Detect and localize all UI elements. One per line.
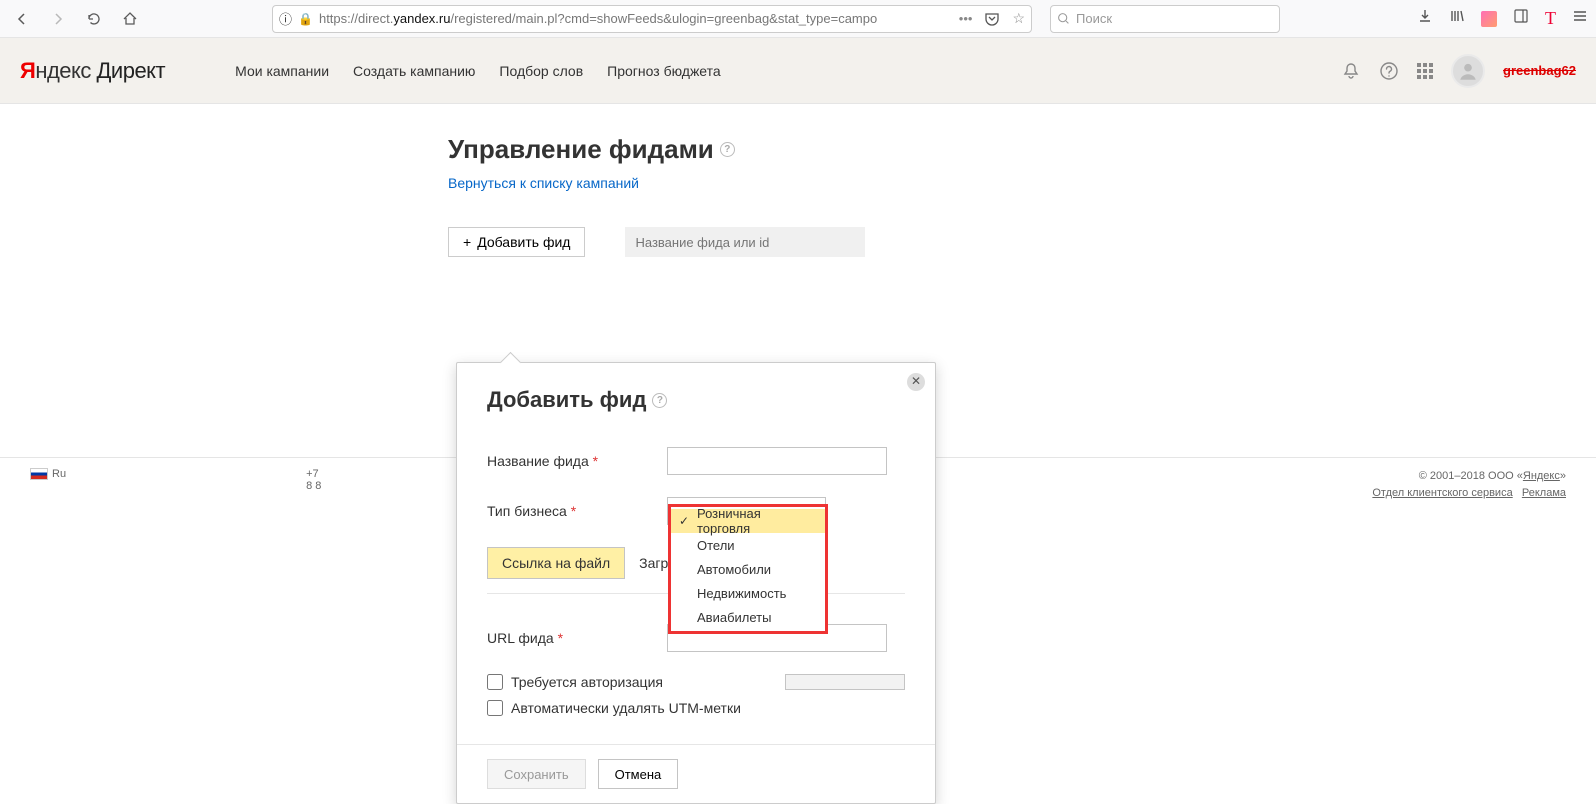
site-header: Яндекс Директ Мои кампании Создать кампа… [0,38,1596,104]
footer-phones: +7 8 8 [306,468,321,501]
dropdown-option-retail[interactable]: Розничная торговля [671,509,825,533]
lock-icon: 🔒 [298,12,313,26]
info-icon: ⓘ [279,9,292,28]
checkbox-auth[interactable] [487,674,503,690]
dropdown-option-flights[interactable]: Авиабилеты [671,605,825,629]
footer-ads-link[interactable]: Реклама [1522,487,1566,499]
feed-toolbar: + Добавить фид [448,227,1428,257]
browser-search[interactable]: Поиск [1050,5,1280,33]
home-button[interactable] [116,5,144,33]
library-icon[interactable] [1449,8,1465,29]
browser-right-toolbar: T [1417,8,1588,29]
page-actions-icon[interactable]: ••• [959,11,973,26]
save-button[interactable]: Сохранить [487,759,586,789]
auth-disabled-input [785,674,905,690]
footer-lang[interactable]: Ru [30,468,66,501]
address-bar[interactable]: ⓘ 🔒 https://direct.yandex.ru/registered/… [272,5,1032,33]
tab-file-link[interactable]: Ссылка на файл [487,547,625,579]
username[interactable]: greenbag62 [1503,63,1576,78]
sidebar-icon[interactable] [1513,8,1529,29]
bookmark-star-icon[interactable]: ☆ [1012,10,1025,27]
nav-budget-forecast[interactable]: Прогноз бюджета [607,63,721,79]
avatar[interactable] [1451,54,1485,88]
close-icon[interactable]: ✕ [907,373,925,391]
help-icon[interactable] [1379,61,1399,81]
help-circle-icon[interactable]: ? [720,142,735,157]
checkbox-utm-row: Автоматически удалять UTM-метки [487,700,905,716]
main-nav: Мои кампании Создать кампанию Подбор сло… [235,63,721,79]
field-feed-name: Название фида * [487,447,905,475]
footer-support-link[interactable]: Отдел клиентского сервиса [1372,487,1512,499]
url-text: https://direct.yandex.ru/registered/main… [319,11,877,26]
menu-icon[interactable] [1572,8,1588,29]
browser-toolbar: ⓘ 🔒 https://direct.yandex.ru/registered/… [0,0,1596,38]
footer-yandex-link[interactable]: Яндекс [1523,470,1560,482]
feed-search-input[interactable] [625,227,865,257]
logo[interactable]: Яндекс Директ [20,58,165,84]
page-title: Управление фидами ? [448,134,1428,165]
business-type-dropdown: Розничная торговля Отели Автомобили Недв… [668,504,828,634]
nav-my-campaigns[interactable]: Мои кампании [235,63,329,79]
footer-right: © 2001–2018 ООО «Яндекс» Отдел клиентско… [1372,468,1566,501]
nav-create-campaign[interactable]: Создать кампанию [353,63,475,79]
bell-icon[interactable] [1341,61,1361,81]
back-to-campaigns-link[interactable]: Вернуться к списку кампаний [448,175,639,191]
cancel-button[interactable]: Отмена [598,759,679,789]
popup-footer: Сохранить Отмена [457,744,935,803]
header-right: greenbag62 [1341,54,1576,88]
content: Управление фидами ? Вернуться к списку к… [168,104,1428,257]
nav-keyword-tool[interactable]: Подбор слов [499,63,583,79]
extension-icon[interactable] [1481,11,1497,27]
popup-title: Добавить фид ? [457,363,935,431]
dropdown-option-hotels[interactable]: Отели [671,533,825,557]
downloads-icon[interactable] [1417,8,1433,29]
add-feed-button[interactable]: + Добавить фид [448,227,585,257]
reload-button[interactable] [80,5,108,33]
pocket-icon[interactable] [984,11,1000,27]
checkbox-utm[interactable] [487,700,503,716]
feed-name-input[interactable] [667,447,887,475]
apps-icon[interactable] [1417,63,1433,79]
forward-button[interactable] [44,5,72,33]
plus-icon: + [463,234,471,250]
checkbox-auth-row: Требуется авторизация [487,674,905,690]
dropdown-option-auto[interactable]: Автомобили [671,557,825,581]
search-placeholder: Поиск [1076,11,1112,26]
back-button[interactable] [8,5,36,33]
flag-ru-icon [30,468,48,480]
help-circle-icon[interactable]: ? [652,393,667,408]
dropdown-option-realestate[interactable]: Недвижимость [671,581,825,605]
t-extension-icon[interactable]: T [1545,8,1556,29]
